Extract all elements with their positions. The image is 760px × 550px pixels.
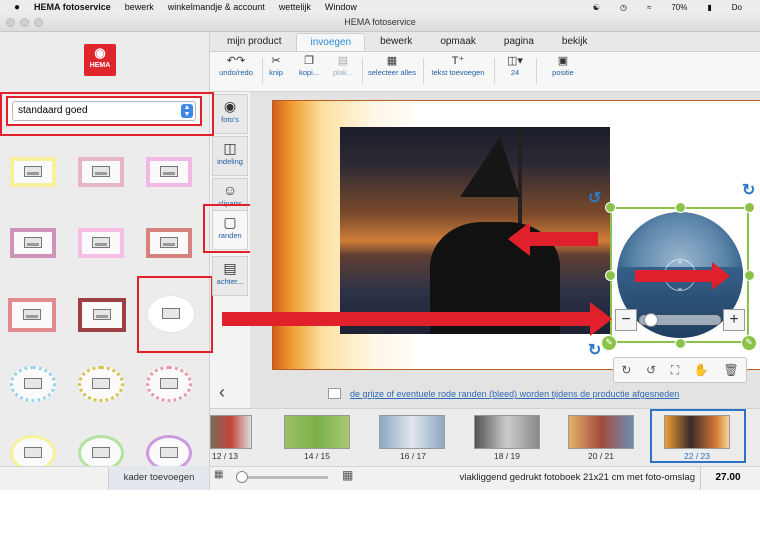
page-thumb[interactable]	[474, 415, 540, 449]
page-label: 12 / 13	[212, 451, 238, 461]
page-label: 22 / 23	[684, 451, 710, 461]
page-label: 20 / 21	[588, 451, 614, 461]
previous-page-icon[interactable]: ‹	[219, 382, 225, 403]
page-filmstrip: 12 / 13 14 / 15 16 / 17 18 / 19 20 / 21 …	[210, 408, 760, 466]
page-thumb[interactable]	[379, 415, 445, 449]
annotation-highlight-select	[0, 92, 214, 136]
add-frame-button[interactable]: kader toevoegen	[108, 466, 210, 490]
zoom-slider-main[interactable]	[236, 471, 328, 483]
page-thumb-current[interactable]	[664, 415, 730, 449]
page-thumb[interactable]	[210, 415, 252, 449]
bleed-notice[interactable]: de grijze of eventuele rode randen (blee…	[322, 384, 720, 404]
page-label: 16 / 17	[400, 451, 426, 461]
bleed-notice-text: de grijze of eventuele rode randen (blee…	[350, 389, 680, 399]
page-thumb[interactable]	[284, 415, 350, 449]
annotation-arrow-right-small	[635, 262, 730, 290]
product-description: vlakliggend gedrukt fotoboek 21x21 cm me…	[459, 472, 695, 483]
price: 27.00	[700, 466, 755, 490]
annotation-arrow-right-large	[222, 302, 612, 336]
annotation-arrow-left	[508, 222, 598, 256]
bleed-notice-checkbox[interactable]	[328, 388, 341, 399]
page-label: 14 / 15	[304, 451, 330, 461]
page-thumb[interactable]	[568, 415, 634, 449]
zoom-in-icon[interactable]: ▦	[342, 468, 353, 482]
app-window: ● HEMA fotoservice bewerk winkelmandje &…	[0, 0, 760, 490]
zoom-out-icon[interactable]: ▦	[214, 469, 223, 480]
page-label: 18 / 19	[494, 451, 520, 461]
zoom-slider-knob[interactable]	[236, 471, 248, 483]
